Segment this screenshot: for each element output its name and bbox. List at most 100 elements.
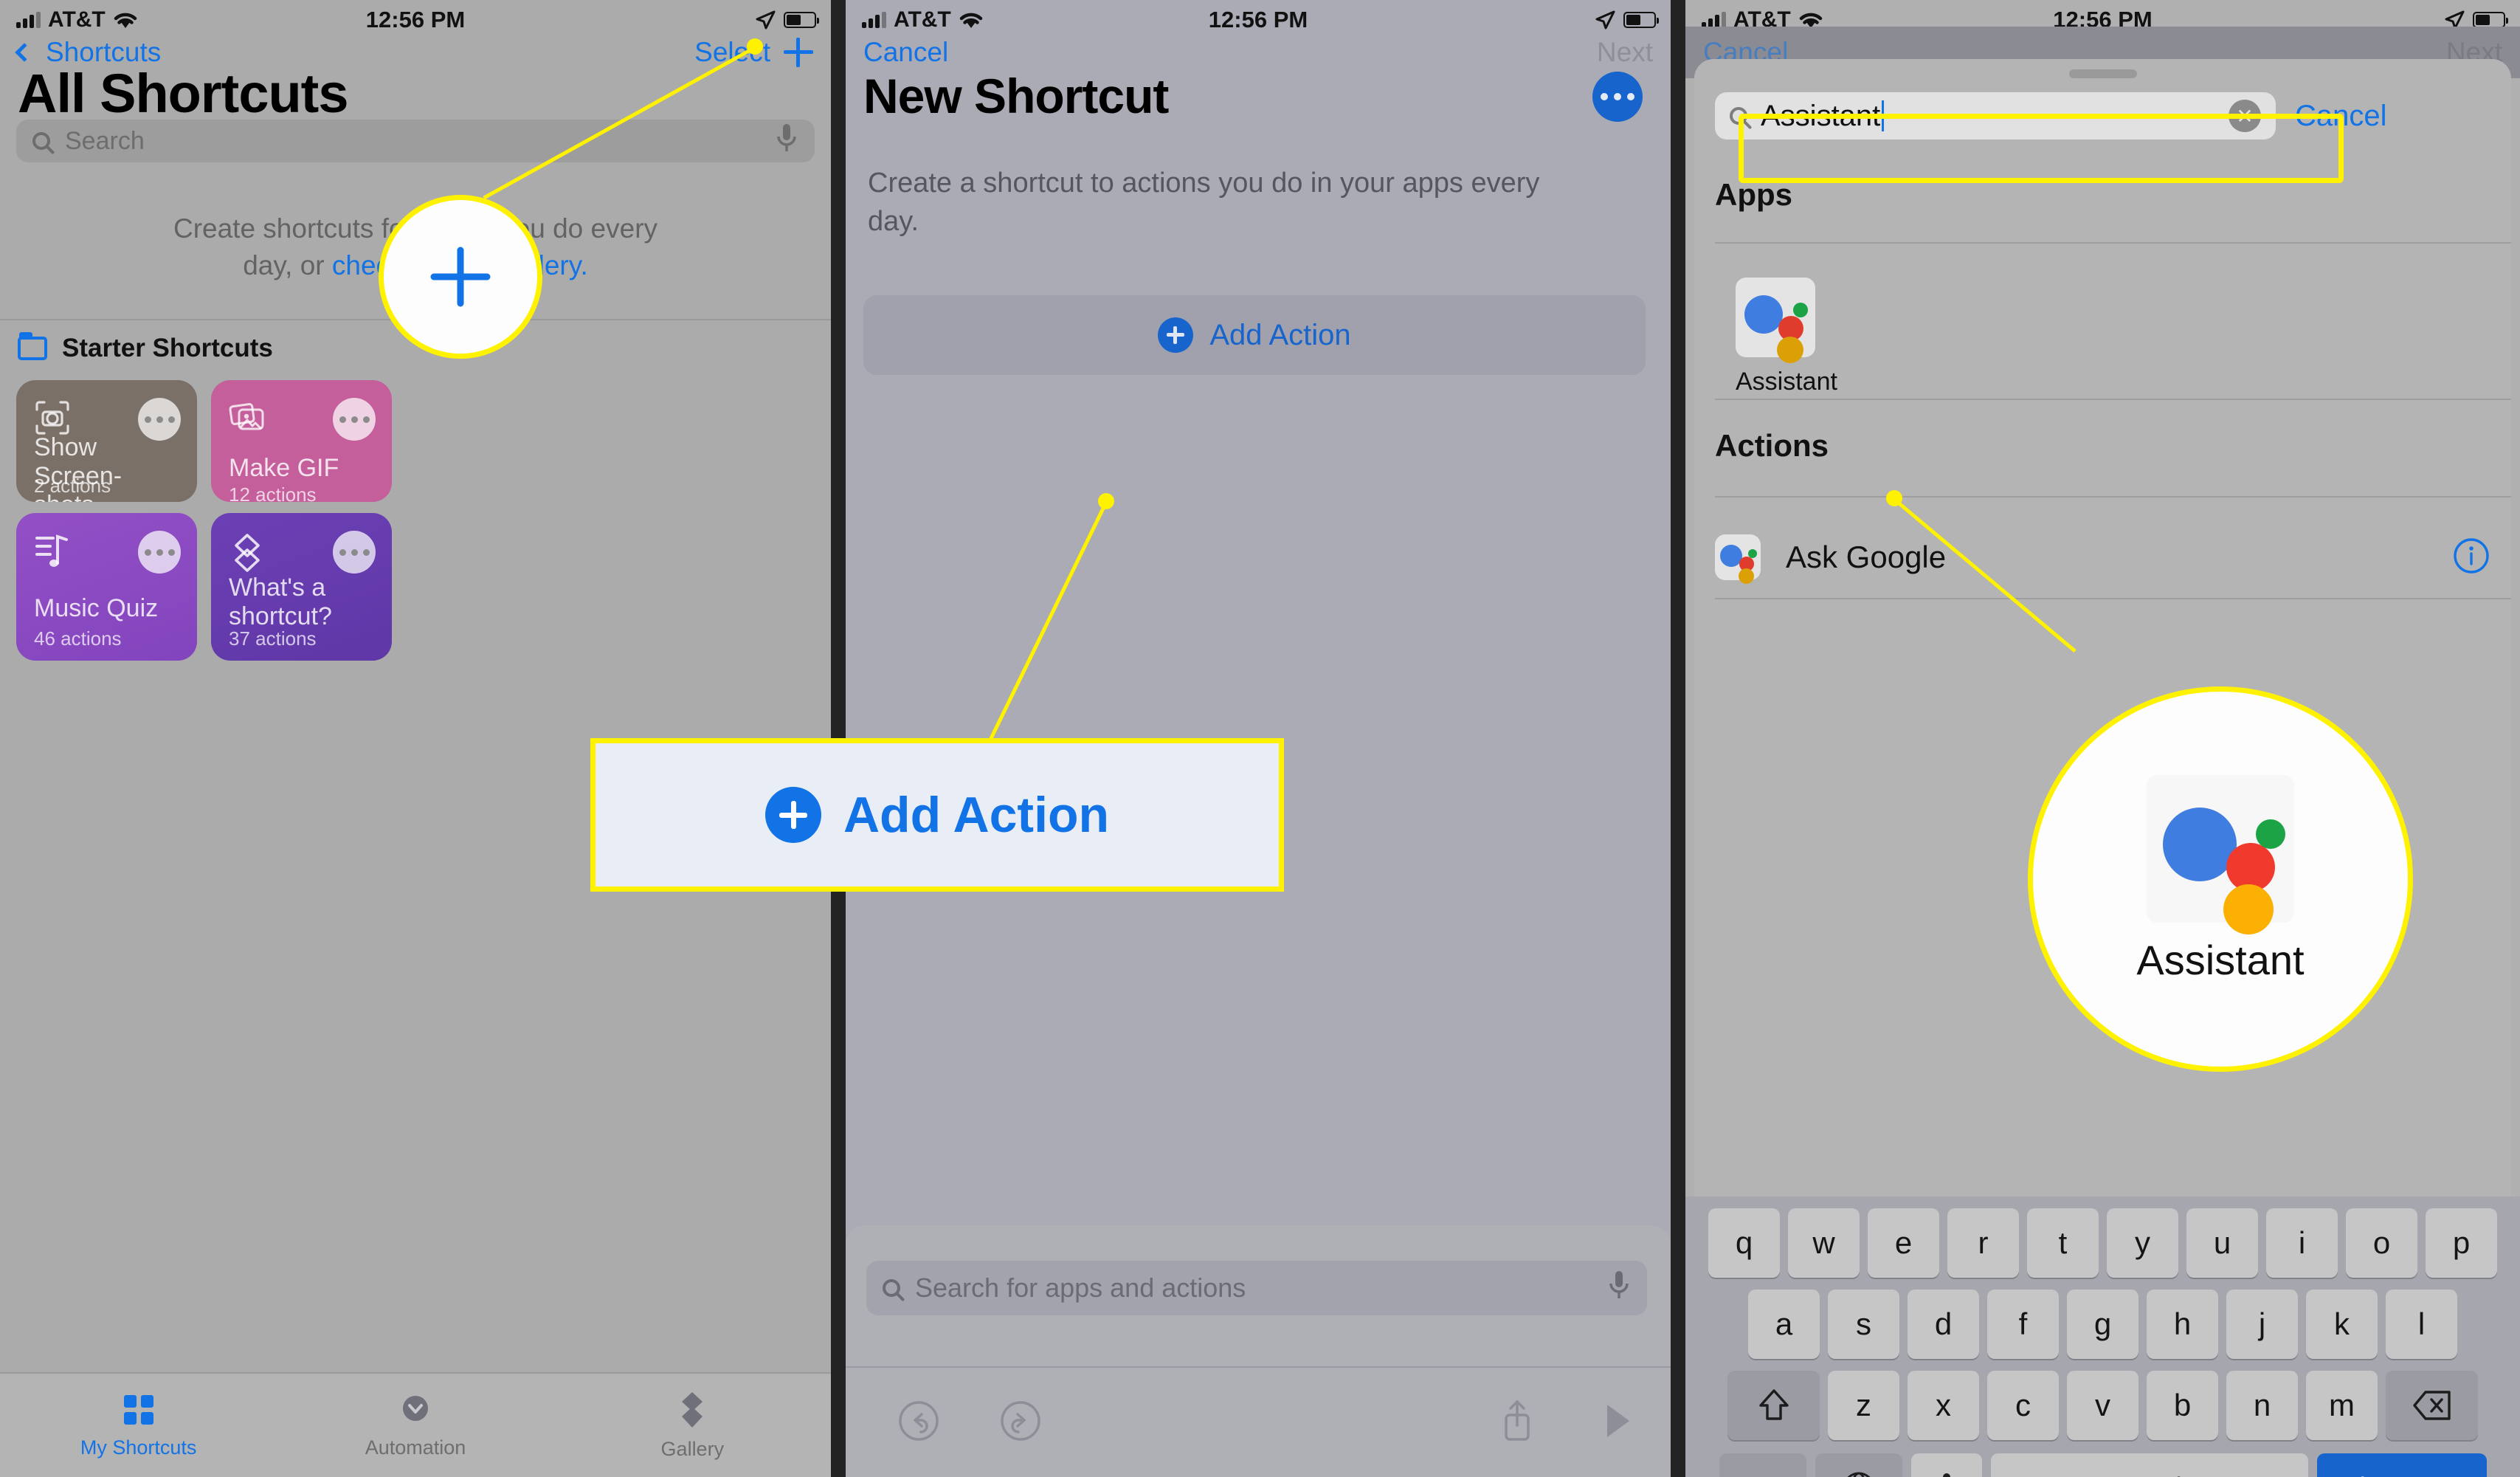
play-icon[interactable] — [1601, 1402, 1634, 1444]
photos-icon — [229, 403, 264, 430]
apps-bottom-divider — [1715, 399, 2511, 400]
key-p[interactable]: p — [2426, 1208, 2497, 1278]
key-u[interactable]: u — [2186, 1208, 2258, 1278]
key-t[interactable]: t — [2027, 1208, 2099, 1278]
key-k[interactable]: k — [2306, 1290, 2378, 1359]
actions-bottom-divider — [1715, 598, 2511, 599]
tile-title: Music Quiz — [34, 594, 159, 622]
next-button[interactable]: Next — [1597, 37, 1653, 68]
screenshot-icon — [35, 401, 69, 435]
empty-line-2-prefix: day, or — [243, 249, 332, 280]
key-s[interactable]: s — [1828, 1290, 1899, 1359]
key-e[interactable]: e — [1868, 1208, 1939, 1278]
shift-arrow-icon[interactable] — [1727, 1371, 1820, 1440]
key-b[interactable]: b — [2147, 1371, 2218, 1440]
app-result-assistant[interactable]: Assistant — [1736, 278, 1837, 396]
key-h[interactable]: h — [2147, 1290, 2218, 1359]
search-placeholder: Search — [65, 126, 145, 155]
share-icon[interactable] — [1499, 1399, 1535, 1447]
assistant-callout-label: Assistant — [2136, 936, 2305, 983]
battery-icon — [784, 12, 819, 28]
keyboard-row-3: z x c v b n m — [1685, 1359, 2520, 1440]
page-title: New Shortcut — [863, 69, 1169, 123]
add-action-button[interactable]: Add Action — [863, 295, 1646, 375]
shortcut-tile-show-screenshots[interactable]: Show Screen- shots 2 actions — [16, 380, 197, 502]
tab-gallery[interactable]: Gallery — [554, 1374, 831, 1477]
automation-clock-icon — [402, 1395, 428, 1421]
gallery-diamond-icon — [682, 1391, 703, 1428]
apps-divider — [1715, 242, 2511, 244]
editor-toolbar — [846, 1366, 1671, 1477]
more-dots-icon[interactable] — [333, 398, 376, 441]
sheet-search-placeholder: Search for apps and actions — [915, 1273, 1246, 1303]
key-m[interactable]: m — [2306, 1371, 2378, 1440]
keyboard-row-2: a s d f g h j k l — [1685, 1278, 2520, 1359]
key-a[interactable]: a — [1748, 1290, 1820, 1359]
tab-my-shortcuts[interactable]: My Shortcuts — [0, 1374, 277, 1477]
key-o[interactable]: o — [2346, 1208, 2417, 1278]
globe-icon[interactable] — [1815, 1453, 1902, 1477]
chevron-left-icon — [15, 43, 34, 62]
action-result-ask-google[interactable]: Ask Google — [1715, 517, 2490, 598]
numbers-key[interactable]: 123 — [1719, 1453, 1806, 1477]
action-picker-sheet: Search for apps and actions — [846, 1225, 1671, 1477]
cancel-button[interactable]: Cancel — [863, 37, 948, 68]
dictation-microphone-icon[interactable] — [1910, 1453, 1982, 1477]
key-x[interactable]: x — [1908, 1371, 1979, 1440]
search-input[interactable]: Search — [16, 120, 815, 162]
plus-icon[interactable] — [784, 38, 813, 67]
key-j[interactable]: j — [2226, 1290, 2298, 1359]
more-dots-icon[interactable] — [333, 531, 376, 574]
key-i[interactable]: i — [2266, 1208, 2338, 1278]
microphone-icon[interactable] — [775, 122, 798, 161]
search-icon — [883, 1279, 900, 1297]
keyboard-row-4: 123 espacio buscar — [1685, 1440, 2520, 1477]
space-key[interactable]: espacio — [1990, 1453, 2308, 1477]
keyboard-row-1: q w e r t y u i o p — [1685, 1197, 2520, 1278]
key-f[interactable]: f — [1987, 1290, 2059, 1359]
folder-icon — [18, 332, 47, 360]
return-key[interactable]: buscar — [2316, 1453, 2487, 1477]
grid-squares-icon — [123, 1394, 153, 1425]
plus-circle-icon — [764, 787, 821, 843]
screenshot-stage: AT&T 12:56 PM Shortcuts Select All Short… — [0, 0, 2520, 1477]
key-n[interactable]: n — [2226, 1371, 2298, 1440]
key-w[interactable]: w — [1788, 1208, 1860, 1278]
section-header-starter: Starter Shortcuts — [18, 332, 273, 363]
more-dots-circle-icon[interactable] — [1592, 72, 1643, 122]
key-c[interactable]: c — [1987, 1371, 2059, 1440]
key-q[interactable]: q — [1708, 1208, 1780, 1278]
plus-circle-icon — [1158, 317, 1194, 353]
tab-automation[interactable]: Automation — [277, 1374, 553, 1477]
key-r[interactable]: r — [1947, 1208, 2019, 1278]
page-title: All Shortcuts — [18, 63, 348, 124]
section-label: Starter Shortcuts — [62, 334, 273, 362]
key-y[interactable]: y — [2107, 1208, 2178, 1278]
panel-divider-2 — [1671, 0, 1685, 1477]
key-g[interactable]: g — [2067, 1290, 2138, 1359]
tile-title: What's a shortcut? — [229, 574, 332, 631]
info-circle-icon[interactable] — [2452, 537, 2490, 579]
battery-icon — [2473, 12, 2508, 28]
battery-icon — [1623, 12, 1659, 28]
key-v[interactable]: v — [2067, 1371, 2138, 1440]
tile-subtitle: 46 actions — [34, 627, 122, 650]
music-list-icon — [35, 534, 68, 567]
sheet-search-input[interactable]: Search for apps and actions — [866, 1261, 1647, 1315]
more-dots-icon[interactable] — [138, 531, 181, 574]
google-assistant-icon — [2147, 774, 2294, 934]
key-d[interactable]: d — [1908, 1290, 1979, 1359]
key-z[interactable]: z — [1828, 1371, 1899, 1440]
plus-icon — [430, 247, 491, 307]
backspace-icon[interactable] — [2386, 1371, 2478, 1440]
shortcut-tile-music-quiz[interactable]: Music Quiz 46 actions — [16, 513, 197, 661]
tile-subtitle: 12 actions — [229, 483, 317, 502]
shortcut-tile-make-gif[interactable]: Make GIF 12 actions — [211, 380, 392, 502]
undo-icon[interactable] — [897, 1399, 940, 1446]
redo-icon[interactable] — [999, 1399, 1042, 1446]
shortcut-tile-whats-a-shortcut[interactable]: What's a shortcut? 37 actions — [211, 513, 392, 661]
google-assistant-icon — [1736, 278, 1815, 363]
sheet-grabber[interactable] — [2068, 69, 2137, 78]
microphone-icon[interactable] — [1607, 1269, 1631, 1308]
key-l[interactable]: l — [2386, 1290, 2457, 1359]
